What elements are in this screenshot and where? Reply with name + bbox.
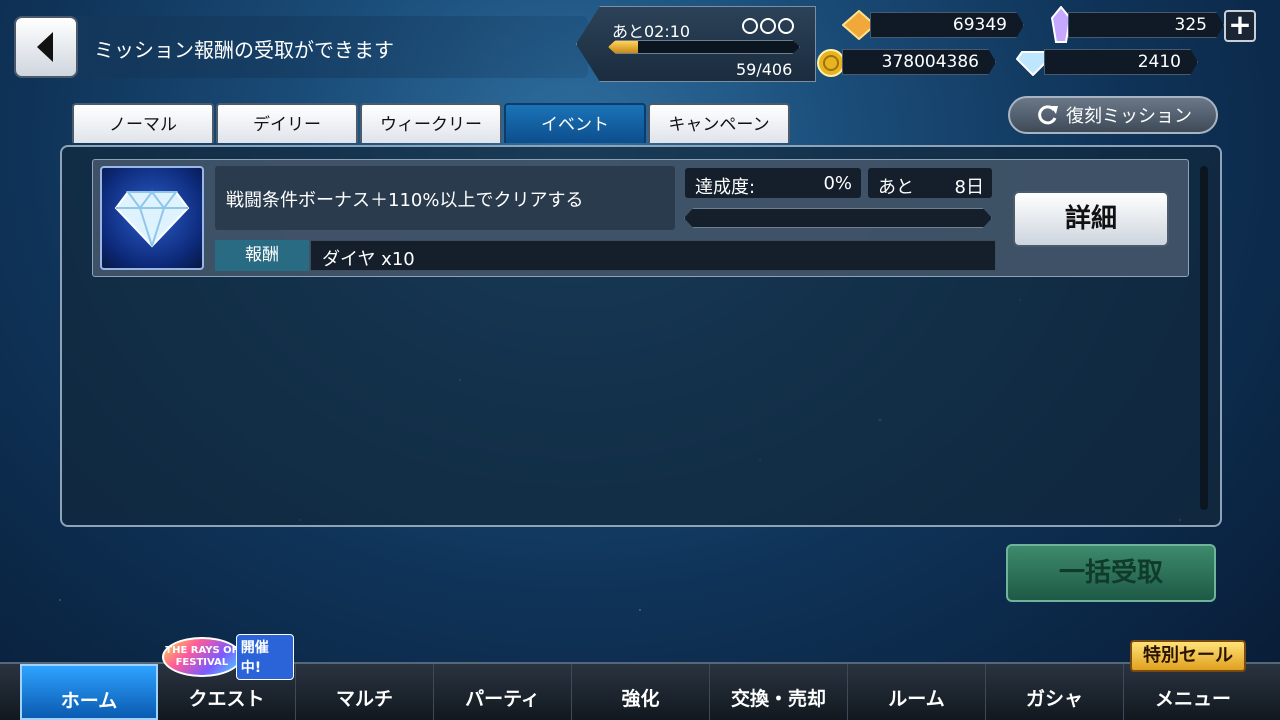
reward-label: 報酬 <box>215 240 309 271</box>
stamina-count: 59/406 <box>736 60 793 79</box>
nav-enhance[interactable]: 強化 <box>572 664 710 720</box>
gold-count: 378004386 <box>842 49 996 75</box>
add-crystals-button[interactable]: + <box>1224 10 1256 42</box>
revival-missions-button[interactable]: 復刻ミッション <box>1008 96 1218 134</box>
event-logo: THE RAYS OF FESTIVAL <box>162 637 242 677</box>
progress-value: 0% <box>823 173 852 194</box>
chevron-left-icon <box>37 32 53 62</box>
event-held-label: 開催中! <box>235 634 294 680</box>
detail-button[interactable]: 詳細 <box>1013 191 1169 247</box>
nav-party[interactable]: パーティ <box>434 664 572 720</box>
reward-value: ダイヤ x10 <box>322 249 415 270</box>
tab-daily[interactable]: デイリー <box>216 103 358 143</box>
header-bar: ミッション報酬の受取ができます <box>14 16 588 78</box>
scrollbar[interactable] <box>1200 166 1208 510</box>
nav-exchange-sell[interactable]: 交換・売却 <box>710 664 848 720</box>
progress-bar <box>684 208 992 228</box>
claim-all-button[interactable]: 一括受取 <box>1006 544 1216 602</box>
mission-description: 戦闘条件ボーナス＋110%以上でクリアする <box>226 190 584 211</box>
gold-coin-icon <box>817 49 845 77</box>
stamina-timer: あと02:10 <box>612 22 691 41</box>
reward-diamond-icon <box>100 166 204 270</box>
stamina-bar <box>608 40 800 54</box>
stamina-dots <box>742 18 794 34</box>
diamond-count: 2410 <box>1044 49 1198 75</box>
nav-multi[interactable]: マルチ <box>296 664 434 720</box>
nav-gacha[interactable]: ガシャ <box>986 664 1124 720</box>
tab-normal[interactable]: ノーマル <box>72 103 214 143</box>
special-sale-badge[interactable]: 特別セール <box>1130 640 1246 672</box>
stamina-bar-fill <box>609 41 638 53</box>
nav-room[interactable]: ルーム <box>848 664 986 720</box>
tab-weekly[interactable]: ウィークリー <box>360 103 502 143</box>
progress-label: 達成度: <box>695 177 756 198</box>
page-title: ミッション報酬の受取ができます <box>94 38 394 62</box>
nav-menu[interactable]: メニュー <box>1124 664 1262 720</box>
tab-campaign[interactable]: キャンペーン <box>648 103 790 143</box>
nav-home[interactable]: ホーム <box>20 664 158 720</box>
remaining-value: 8日 <box>954 177 984 198</box>
tab-event[interactable]: イベント <box>504 103 646 143</box>
revival-missions-label: 復刻ミッション <box>1066 106 1192 127</box>
remaining-label: あと <box>878 177 914 198</box>
crystal-count: 325 <box>1068 12 1224 38</box>
event-badge[interactable]: THE RAYS OF FESTIVAL 開催中! <box>162 634 294 680</box>
topaz-count: 69349 <box>870 12 1024 38</box>
back-button[interactable] <box>14 16 78 78</box>
refresh-icon <box>1038 105 1058 125</box>
